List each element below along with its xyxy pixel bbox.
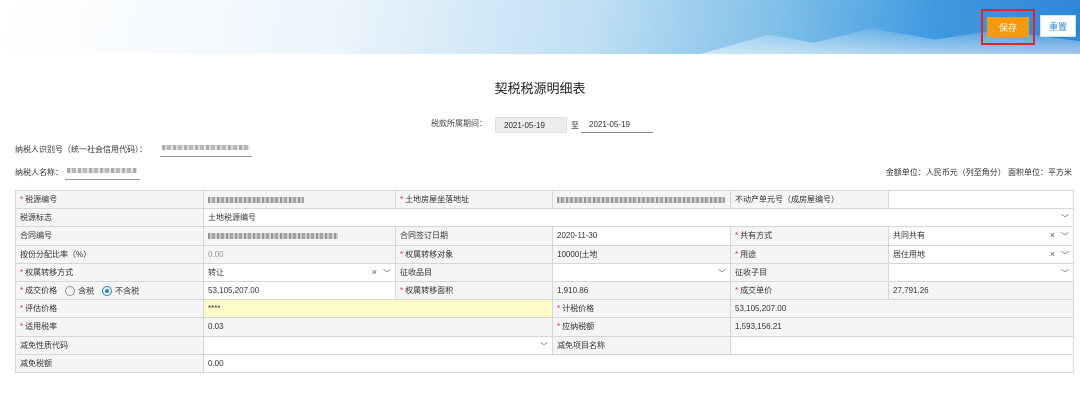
levy-subitem-select[interactable]: ﹀ <box>888 262 1074 282</box>
source-flag-label: 税源标志 <box>15 208 204 228</box>
radio-tax-excluded[interactable] <box>102 285 113 296</box>
payable-field: 1,593,156.21 <box>730 317 1074 337</box>
land-location-field <box>552 189 731 210</box>
chevron-down-icon[interactable]: ﹀ <box>1061 250 1069 261</box>
unit-price-label: * 成交单价 <box>730 280 889 301</box>
reset-button[interactable]: 重置 <box>1040 15 1076 37</box>
share-ratio-field: 0.00 <box>203 244 396 264</box>
real-estate-unit-label: 不动产单元号（成房屋编号） <box>730 189 889 210</box>
clear-icon[interactable]: × <box>1050 249 1055 259</box>
units-note: 金额单位：人民币元（列至角分） 面积单位：平方米 <box>885 168 1072 177</box>
clear-icon[interactable]: × <box>1050 230 1055 240</box>
levy-subitem-label: 征收子目 <box>730 262 889 282</box>
period-separator: 至 <box>571 121 579 130</box>
land-location-label: * 土地房屋坐落地址 <box>395 189 553 210</box>
tax-rate-label: * 适用税率 <box>15 317 204 337</box>
contract-date-input[interactable]: 2020-11-30 <box>552 226 731 246</box>
form-row: 按份分配比率（%） 0.00 * 权属转移对象 10000|土地 * 用途 居住用地… <box>15 244 1074 264</box>
transfer-object-label: * 权属转移对象 <box>395 244 553 264</box>
tax-source-form: * 税源编号 * 土地房屋坐落地址 不动产单元号（成房屋编号） 税源标志 土地税源编… <box>15 189 1074 373</box>
source-no-label: * 税源编号 <box>15 189 204 210</box>
assess-price-label: * 评估价格 <box>15 299 204 319</box>
clear-icon[interactable]: × <box>372 267 377 277</box>
form-row: * 适用税率 0.03 * 应纳税额 1,593,156.21 <box>15 317 1074 337</box>
form-row: * 评估价格 **** * 计税价格 53,105,207.00 <box>15 299 1074 319</box>
chevron-down-icon[interactable]: ﹀ <box>718 268 726 279</box>
chevron-down-icon[interactable]: ﹀ <box>540 341 548 352</box>
form-row: 减免税额 0.00 <box>15 353 1074 373</box>
header-banner: 保存 重置 <box>0 0 1080 54</box>
relief-amount-input[interactable]: 0.00 <box>203 353 1074 373</box>
save-button-highlight: 保存 <box>981 9 1035 45</box>
relief-code-select[interactable]: ﹀ <box>203 335 553 355</box>
deal-price-label: * 成交价格 含税 不含税 <box>15 280 204 301</box>
source-flag-select[interactable]: 土地税源编号 ﹀ <box>203 208 1074 228</box>
contract-no-field <box>203 226 396 246</box>
source-no-field <box>203 189 396 210</box>
chevron-down-icon[interactable]: ﹀ <box>383 268 391 279</box>
transfer-object-field: 10000|土地 <box>552 244 731 264</box>
period-end-input[interactable]: 2021-05-19 <box>581 117 653 133</box>
form-row: 合同编号 合同签订日期 2020-11-30 * 共有方式 共同共有 × ﹀ <box>15 226 1074 246</box>
co-ownership-label: * 共有方式 <box>730 226 889 246</box>
payable-label: * 应纳税额 <box>552 317 731 337</box>
transfer-method-select[interactable]: 转让 × ﹀ <box>203 262 396 282</box>
real-estate-unit-field[interactable] <box>888 189 1074 210</box>
transfer-method-label: * 权属转移方式 <box>15 262 204 282</box>
form-row: * 税源编号 * 土地房屋坐落地址 不动产单元号（成房屋编号） <box>15 189 1074 210</box>
radio-tax-excluded-label: 不含税 <box>115 286 140 296</box>
tax-price-field: 53,105,207.00 <box>730 299 1074 319</box>
transfer-area-label: * 权属转移面积 <box>395 280 553 301</box>
contract-date-label: 合同签订日期 <box>395 226 553 246</box>
levy-item-select[interactable]: ﹀ <box>552 262 731 282</box>
transfer-area-field: 1,910.86 <box>552 280 731 301</box>
taxpayer-name-field <box>65 165 140 180</box>
usage-label: * 用途 <box>730 244 889 264</box>
relief-amount-label: 减免税额 <box>15 353 204 373</box>
share-ratio-label: 按份分配比率（%） <box>15 244 204 264</box>
form-row: 减免性质代码 ﹀ 减免项目名称 <box>15 335 1074 355</box>
chevron-down-icon[interactable]: ﹀ <box>1061 213 1069 224</box>
tax-price-label: * 计税价格 <box>552 299 731 319</box>
chevron-down-icon[interactable]: ﹀ <box>1061 231 1069 242</box>
unit-price-field: 27,791.26 <box>888 280 1074 301</box>
radio-tax-included-label: 含税 <box>78 286 95 296</box>
usage-select[interactable]: 居住用地 × ﹀ <box>888 244 1074 264</box>
chevron-down-icon[interactable]: ﹀ <box>1061 268 1069 279</box>
page-title: 契税税源明细表 <box>494 81 586 96</box>
form-row: * 成交价格 含税 不含税 53,105,207.00 * 权属转移面积 1,910.8… <box>15 280 1074 301</box>
taxpayer-id-field <box>160 142 252 157</box>
relief-code-label: 减免性质代码 <box>15 335 204 355</box>
assess-price-input[interactable]: **** <box>203 299 553 319</box>
contract-no-label: 合同编号 <box>15 226 204 246</box>
relief-item-label: 减免项目名称 <box>552 335 731 355</box>
tax-rate-field: 0.03 <box>203 317 553 337</box>
taxpayer-id-label: 纳税人识别号（统一社会信用代码）： <box>15 145 147 154</box>
form-row: * 权属转移方式 转让 × ﹀ 征收品目 ﹀ 征收子目 ﹀ <box>15 262 1074 282</box>
radio-tax-included[interactable] <box>65 285 76 296</box>
co-ownership-select[interactable]: 共同共有 × ﹀ <box>888 226 1074 246</box>
taxpayer-name-label: 纳税人名称： <box>15 168 63 177</box>
form-row: 税源标志 土地税源编号 ﹀ <box>15 208 1074 228</box>
period-label: 税款所属期间： <box>431 119 487 128</box>
relief-item-field[interactable] <box>730 335 1074 355</box>
period-start-input[interactable]: 2021-05-19 <box>495 117 567 133</box>
levy-item-label: 征收品目 <box>395 262 553 282</box>
save-button[interactable]: 保存 <box>987 17 1029 37</box>
deal-price-input[interactable]: 53,105,207.00 <box>203 280 396 301</box>
